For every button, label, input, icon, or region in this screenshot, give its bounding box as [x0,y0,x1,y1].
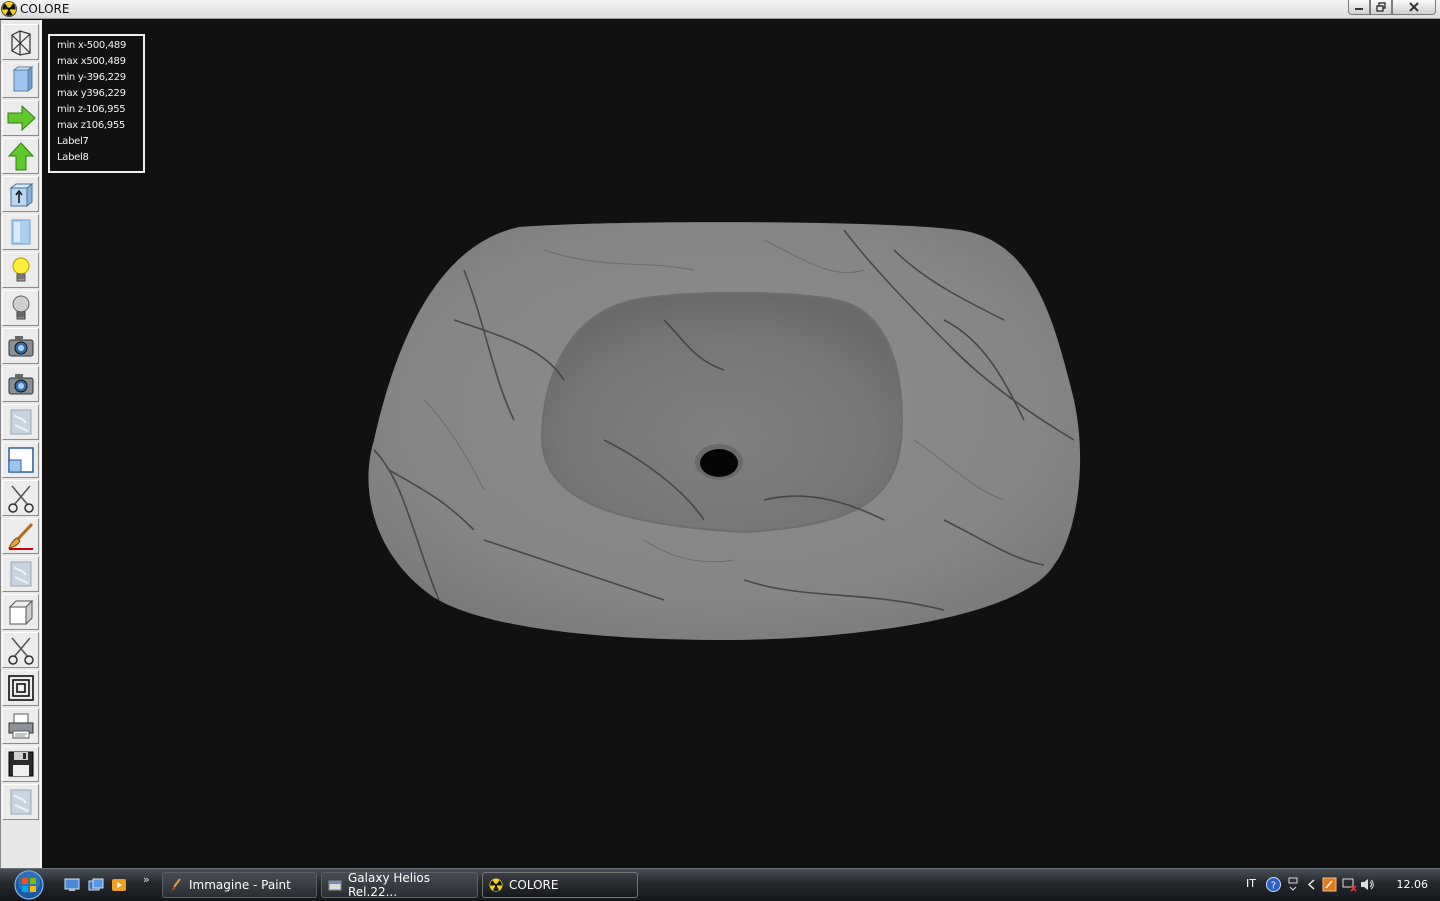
taskbar-item-colore[interactable]: COLORE [482,872,638,898]
marble-sink-model [368,222,1081,640]
wireframe-icon [10,30,31,56]
left-toolbar [0,20,42,868]
minimize-button[interactable] [1348,0,1370,15]
folder-window-icon [328,880,342,891]
nested-frames-tool[interactable] [2,670,39,706]
scissors-icon [7,485,34,513]
camera-icon [8,374,33,395]
label8: Label8 [57,152,89,163]
camera-1-tool[interactable] [2,328,39,364]
taskbar-item-label: Immagine - Paint [189,878,291,892]
label7: Label7 [57,136,89,147]
marble-texture-icon [10,409,31,435]
close-button[interactable] [1392,0,1436,15]
taskbar-item-label: COLORE [509,878,559,892]
media-player-icon[interactable] [111,878,127,892]
taskbar-item-paint[interactable]: Immagine - Paint [162,872,317,898]
minimize-icon [1355,8,1363,10]
cut-1-tool[interactable] [2,480,39,516]
quicklaunch-more-icon[interactable]: » [143,873,150,886]
max-y-label: max y396,229 [57,88,126,99]
texture-2-tool[interactable] [2,556,39,592]
close-icon [1409,2,1419,12]
app-tray-icon[interactable] [1322,877,1337,892]
start-button-icon[interactable] [9,870,49,900]
texture-3-tool[interactable] [2,784,39,820]
paint-tool[interactable] [2,518,39,554]
restore-icon [1376,2,1386,12]
volume-icon[interactable] [1360,877,1375,892]
arrow-up-icon [7,142,34,171]
radiation-icon [489,878,503,892]
radiation-icon [1,1,17,17]
svg-text:?: ? [1271,881,1276,892]
arrow-right-icon [7,104,36,132]
maximize-button[interactable] [1370,0,1392,15]
light-blue-panel-tool[interactable] [2,214,39,250]
3d-viewport[interactable] [44,20,1440,868]
floppy-disk-icon [8,751,33,777]
window-title: COLORE [20,2,70,16]
chevron-left-icon[interactable] [1304,877,1319,892]
min-z-label: min z-106,955 [57,104,126,115]
extrude-tool[interactable] [2,176,39,212]
panel-icon [11,219,30,245]
max-x-label: max x500,489 [57,56,126,67]
window-controls [1348,0,1436,16]
save-tool[interactable] [2,746,39,782]
box-arrow-icon [9,182,33,208]
show-desktop-icon[interactable] [64,878,80,892]
texture-1-tool[interactable] [2,404,39,440]
lightbulb-on-icon [12,257,29,282]
title-bar: COLORE [0,0,1440,19]
camera-icon [8,336,33,357]
language-indicator[interactable]: IT [1246,877,1256,890]
printer-icon [8,713,33,739]
marble-texture-icon [10,789,31,815]
cube-icon [8,599,33,626]
network-status-icon[interactable] [1342,877,1357,892]
wireframe-tool[interactable] [2,24,39,60]
taskbar: » Immagine - Paint Galaxy Helios Rel.22.… [0,868,1440,900]
window-split-tool[interactable] [2,442,39,478]
lightbulb-off-icon [12,295,29,320]
network-options-icon[interactable] [1286,877,1301,892]
solid-view-tool[interactable] [2,62,39,98]
system-tray: IT ? 12.06 [1240,869,1440,901]
clock[interactable]: 12.06 [1397,878,1429,891]
marble-texture-icon [10,561,31,587]
light-off-tool[interactable] [2,290,39,326]
help-icon[interactable]: ? [1266,877,1281,892]
paint-icon [171,878,181,891]
paintbrush-icon [7,522,33,550]
max-z-label: max z106,955 [57,120,125,131]
taskbar-item-galaxy-helios[interactable]: Galaxy Helios Rel.22... [321,871,478,899]
light-on-tool[interactable] [2,252,39,288]
switch-windows-icon[interactable] [88,878,104,892]
cut-2-tool[interactable] [2,632,39,668]
split-window-icon [7,447,34,473]
arrow-right-tool[interactable] [2,100,39,136]
print-tool[interactable] [2,708,39,744]
cube-tool[interactable] [2,594,39,630]
bounds-info-panel: min x-500,489 max x500,489 min y-396,229… [48,34,145,173]
min-x-label: min x-500,489 [57,40,127,51]
taskbar-item-label: Galaxy Helios Rel.22... [348,871,431,899]
camera-2-tool[interactable] [2,366,39,402]
solid-box-icon [12,66,33,92]
arrow-up-tool[interactable] [2,138,39,174]
nested-squares-icon [7,675,34,701]
min-y-label: min y-396,229 [57,72,126,83]
scissors-icon [7,637,34,665]
